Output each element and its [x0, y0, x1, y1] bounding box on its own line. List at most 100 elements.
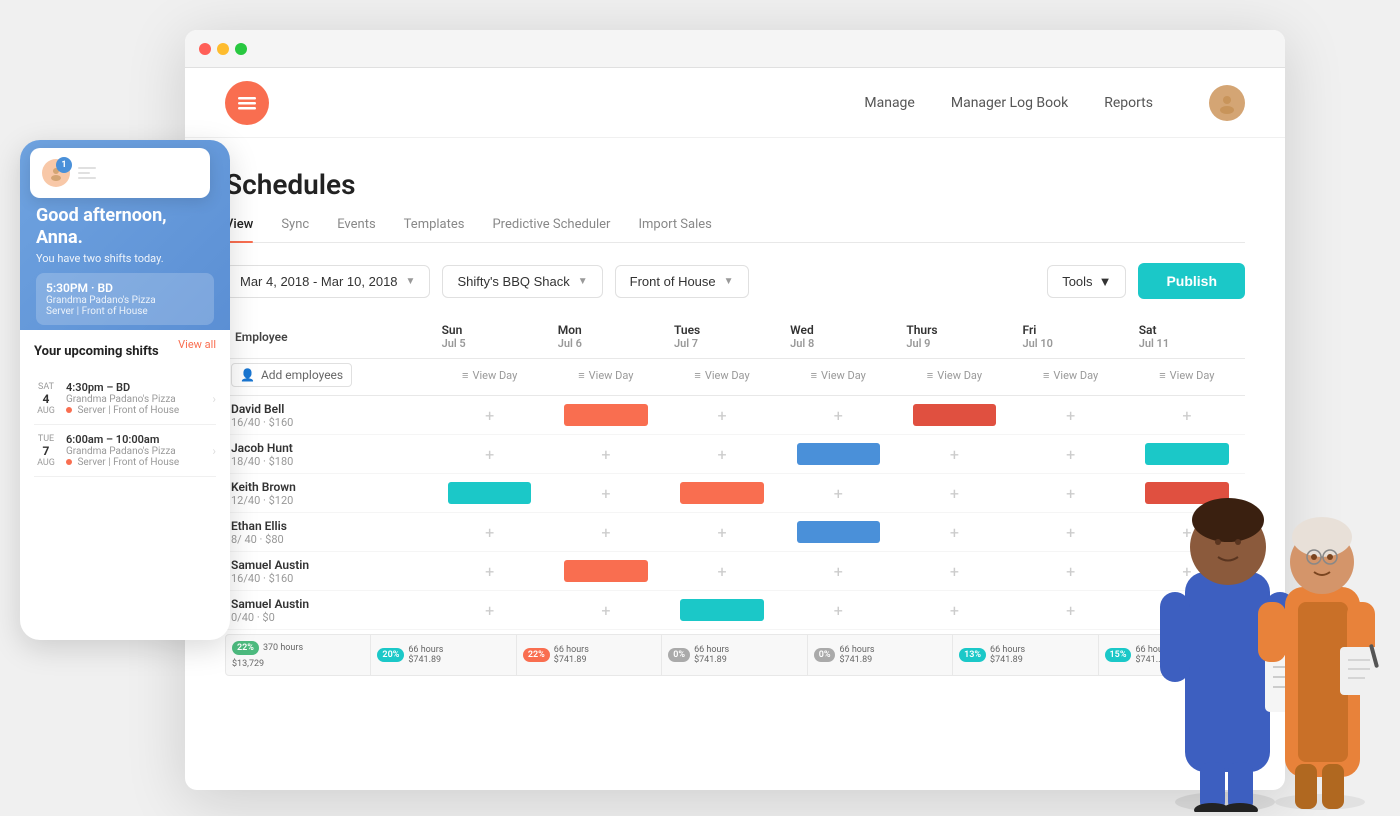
table-row: Samuel Austin 16/40 · $160 ++++++ — [225, 552, 1245, 591]
add-shift-icon[interactable]: + — [601, 484, 610, 503]
employee-meta: 12/40 · $120 — [231, 494, 426, 507]
view-day-btn-wed[interactable]: ≡ View Day — [786, 369, 890, 382]
nav-manager-log-book[interactable]: Manager Log Book — [951, 95, 1068, 111]
tab-events[interactable]: Events — [337, 217, 375, 242]
view-day-btn-sat[interactable]: ≡ View Day — [1135, 369, 1239, 382]
menu-lines — [78, 167, 96, 179]
add-shift-icon[interactable]: + — [950, 523, 959, 542]
shift-bar[interactable] — [1145, 482, 1228, 504]
add-shift-icon[interactable]: + — [718, 445, 727, 464]
shift-bar[interactable] — [680, 482, 763, 504]
shift-card-place: Grandma Padano's Pizza — [46, 295, 156, 306]
shift-bar[interactable] — [913, 404, 996, 426]
add-shift-icon[interactable]: + — [601, 601, 610, 620]
table-row: Samuel Austin 0/40 · $0 ++++++ — [225, 591, 1245, 630]
shift-bar[interactable] — [797, 521, 880, 543]
add-shift-icon[interactable]: + — [1066, 406, 1075, 425]
publish-button[interactable]: Publish — [1138, 263, 1245, 299]
table-row: David Bell 16/40 · $160 +++++ — [225, 396, 1245, 435]
add-shift-icon[interactable]: + — [1182, 406, 1191, 425]
shift-bar[interactable] — [1145, 443, 1228, 465]
employee-meta: 0/40 · $0 — [231, 611, 426, 624]
lines-icon-2: ≡ — [578, 369, 584, 382]
view-day-btn-mon[interactable]: ≡ View Day — [554, 369, 658, 382]
add-shift-icon[interactable]: + — [485, 523, 494, 542]
add-shift-icon[interactable]: + — [834, 406, 843, 425]
tab-predictive-scheduler[interactable]: Predictive Scheduler — [492, 217, 610, 242]
nav-links: Manage Manager Log Book Reports — [864, 85, 1245, 121]
lines-icon-5: ≡ — [927, 369, 933, 382]
add-shift-icon[interactable]: + — [1066, 562, 1075, 581]
view-day-btn-tue[interactable]: ≡ View Day — [670, 369, 774, 382]
add-shift-icon[interactable]: + — [485, 601, 494, 620]
view-all-link[interactable]: View all — [178, 338, 216, 351]
nav-manage[interactable]: Manage — [864, 95, 914, 111]
shift-item-1[interactable]: Sat 4 Aug 4:30pm – BD Grandma Padano's P… — [34, 373, 216, 425]
stat-cell: 22%66 hours$741.89 — [517, 635, 662, 675]
add-shift-icon[interactable]: + — [950, 601, 959, 620]
window-controls — [199, 43, 247, 55]
day-header-tue: Tues Jul 7 — [664, 315, 780, 359]
chevron-right-icon-2: › — [212, 444, 216, 458]
user-avatar[interactable] — [1209, 85, 1245, 121]
add-shift-icon[interactable]: + — [601, 523, 610, 542]
maximize-button[interactable] — [235, 43, 247, 55]
add-shift-icon[interactable]: + — [1182, 562, 1191, 581]
add-shift-icon[interactable]: + — [1066, 523, 1075, 542]
nav-reports[interactable]: Reports — [1104, 95, 1153, 111]
add-shift-icon[interactable]: + — [834, 484, 843, 503]
tab-import-sales[interactable]: Import Sales — [638, 217, 711, 242]
add-shift-icon[interactable]: + — [485, 406, 494, 425]
shift-bar[interactable] — [564, 560, 647, 582]
view-day-btn-fri[interactable]: ≡ View Day — [1019, 369, 1123, 382]
shift-2-place: Grandma Padano's Pizza — [66, 446, 204, 457]
shift-bar[interactable] — [680, 599, 763, 621]
shift-2-month: Aug — [34, 458, 58, 468]
add-shift-icon[interactable]: + — [1066, 445, 1075, 464]
add-shift-icon[interactable]: + — [718, 406, 727, 425]
add-shift-icon[interactable]: + — [1182, 523, 1191, 542]
close-button[interactable] — [199, 43, 211, 55]
add-shift-icon[interactable]: + — [485, 445, 494, 464]
schedule-tabs: View Sync Events Templates Predictive Sc… — [225, 217, 1245, 243]
shift-bar[interactable] — [564, 404, 647, 426]
tools-button[interactable]: Tools ▼ — [1047, 265, 1126, 298]
stat-info: 66 hou...$741... — [1135, 645, 1170, 665]
add-shift-icon[interactable]: + — [718, 562, 727, 581]
shift-bar[interactable] — [797, 443, 880, 465]
add-shift-icon[interactable]: + — [834, 562, 843, 581]
add-shift-icon[interactable]: + — [1066, 601, 1075, 620]
minimize-button[interactable] — [217, 43, 229, 55]
add-shift-icon[interactable]: + — [485, 562, 494, 581]
view-day-btn-thu[interactable]: ≡ View Day — [902, 369, 1006, 382]
location-dropdown[interactable]: Shifty's BBQ Shack ▼ — [442, 265, 602, 298]
add-employees-button[interactable]: 👤 Add employees — [231, 363, 352, 387]
lines-icon-3: ≡ — [694, 369, 700, 382]
department-dropdown[interactable]: Front of House ▼ — [615, 265, 749, 298]
add-shift-icon[interactable]: + — [950, 562, 959, 581]
phone-greeting: Good afternoon, Anna. You have two shift… — [36, 205, 214, 265]
date-range-dropdown[interactable]: Mar 4, 2018 - Mar 10, 2018 ▼ — [225, 265, 430, 298]
add-shift-icon[interactable]: + — [1182, 601, 1191, 620]
shift-item-2[interactable]: Tue 7 Aug 6:00am – 10:00am Grandma Padan… — [34, 425, 216, 477]
add-shift-icon[interactable]: + — [601, 445, 610, 464]
tab-templates[interactable]: Templates — [404, 217, 465, 242]
stat-info: 66 hours$741.89 — [554, 645, 589, 665]
view-day-row: 👤 Add employees ≡ View Day — [225, 359, 1245, 396]
schedule-table-wrapper: Employee Sun Jul 5 Mon Jul 6 Tues Jul 7 — [225, 315, 1245, 630]
stat-percent-badge: 20% — [377, 648, 404, 662]
employee-col-header: Employee — [225, 315, 432, 359]
add-shift-icon[interactable]: + — [1066, 484, 1075, 503]
add-shift-icon[interactable]: + — [834, 601, 843, 620]
chevron-right-icon: › — [212, 392, 216, 406]
stat-percent-badge: 13% — [959, 648, 986, 662]
shift-bar[interactable] — [448, 482, 531, 504]
view-day-btn-sun[interactable]: ≡ View Day — [438, 369, 542, 382]
shift-1-day-label: Sat — [34, 382, 58, 392]
add-shift-icon[interactable]: + — [950, 445, 959, 464]
app-logo[interactable] — [225, 81, 269, 125]
tab-sync[interactable]: Sync — [281, 217, 309, 242]
add-shift-icon[interactable]: + — [718, 523, 727, 542]
add-shift-icon[interactable]: + — [950, 484, 959, 503]
shift-teaser: You have two shifts today. — [36, 252, 214, 265]
